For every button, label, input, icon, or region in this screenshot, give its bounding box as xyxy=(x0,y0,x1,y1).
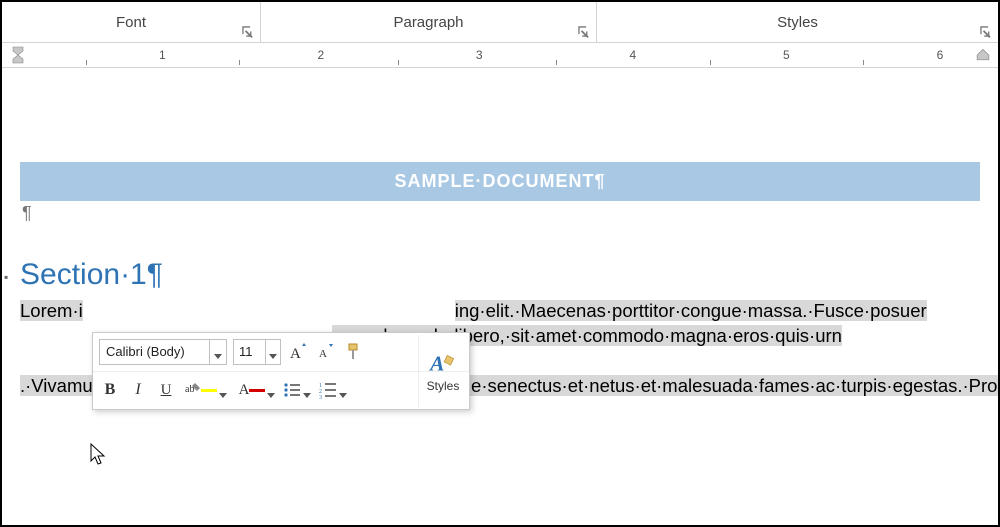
heading-text: Section·1¶ xyxy=(20,258,163,291)
ribbon-group-styles: Styles xyxy=(597,2,998,42)
indent-marker-icon[interactable] xyxy=(12,45,24,65)
selected-text: Lorem·i xyxy=(20,300,83,321)
bullets-button[interactable] xyxy=(281,379,311,401)
numbering-dropdown-icon[interactable] xyxy=(339,386,347,394)
bullets-icon xyxy=(281,379,303,401)
bold-icon[interactable]: B xyxy=(99,379,121,401)
styles-button-label: Styles xyxy=(427,379,460,393)
grow-font-icon[interactable]: A xyxy=(287,341,309,363)
horizontal-ruler[interactable]: 1 2 3 4 5 6 xyxy=(2,43,998,68)
paragraph-mark[interactable]: ¶ xyxy=(20,201,980,224)
numbering-icon: 123 xyxy=(317,379,339,401)
underline-icon[interactable]: U xyxy=(155,379,177,401)
font-size-value: 11 xyxy=(234,344,265,359)
numbering-button[interactable]: 123 xyxy=(317,379,347,401)
styles-button[interactable]: A Styles xyxy=(418,335,467,407)
ruler-number: 4 xyxy=(629,48,636,62)
bullets-dropdown-icon[interactable] xyxy=(303,386,311,394)
ruler-number: 5 xyxy=(783,48,790,62)
anchor-icon: ▪ xyxy=(4,270,8,284)
ruler-number: 1 xyxy=(159,48,166,62)
svg-text:A: A xyxy=(319,348,327,360)
ribbon-group-font-label: Font xyxy=(116,14,146,31)
mini-toolbar: Calibri (Body) 11 A A B I U ab xyxy=(92,332,470,410)
highlight-color-button[interactable]: ab xyxy=(183,379,227,401)
styles-dialog-launcher-icon[interactable] xyxy=(979,25,992,38)
font-size-dropdown-icon[interactable] xyxy=(265,340,280,364)
shrink-font-icon[interactable]: A xyxy=(315,341,337,363)
ruler-number: 6 xyxy=(937,48,944,62)
svg-text:A: A xyxy=(290,346,301,362)
italic-icon[interactable]: I xyxy=(127,379,149,401)
highlight-dropdown-icon[interactable] xyxy=(219,386,227,394)
svg-text:3: 3 xyxy=(319,395,322,400)
mouse-cursor-icon xyxy=(90,443,108,472)
word-window: Font Paragraph Styles 1 2 3 4 5 xyxy=(0,0,1000,527)
ruler-number: 2 xyxy=(317,48,324,62)
font-size-combo[interactable]: 11 xyxy=(233,339,281,365)
ribbon-group-paragraph: Paragraph xyxy=(261,2,597,42)
heading-section-1[interactable]: Section·1¶ xyxy=(20,258,980,292)
ribbon-group-paragraph-label: Paragraph xyxy=(393,14,463,31)
font-name-combo[interactable]: Calibri (Body) xyxy=(99,339,227,365)
font-dialog-launcher-icon[interactable] xyxy=(241,25,254,38)
selected-text: ing·elit.·Maecenas·porttitor·congue·mass… xyxy=(455,300,927,321)
document-title[interactable]: SAMPLE·DOCUMENT¶ xyxy=(20,162,980,201)
right-indent-marker-icon[interactable] xyxy=(976,47,990,61)
ribbon-group-labels: Font Paragraph Styles xyxy=(2,2,998,43)
document-area[interactable]: SAMPLE·DOCUMENT¶ ¶ Section·1¶ Lorem·i ing… xyxy=(2,68,998,525)
ribbon-group-styles-label: Styles xyxy=(777,14,818,31)
font-color-button[interactable]: A xyxy=(233,379,275,401)
ribbon-group-font: Font xyxy=(2,2,261,42)
font-name-value: Calibri (Body) xyxy=(100,344,209,359)
ruler-scale: 1 2 3 4 5 6 xyxy=(28,47,988,65)
paragraph-dialog-launcher-icon[interactable] xyxy=(577,25,590,38)
format-painter-icon[interactable] xyxy=(343,341,365,363)
ruler-number: 3 xyxy=(476,48,483,62)
svg-text:A: A xyxy=(428,351,444,375)
font-color-dropdown-icon[interactable] xyxy=(267,386,275,394)
font-name-dropdown-icon[interactable] xyxy=(209,340,226,364)
